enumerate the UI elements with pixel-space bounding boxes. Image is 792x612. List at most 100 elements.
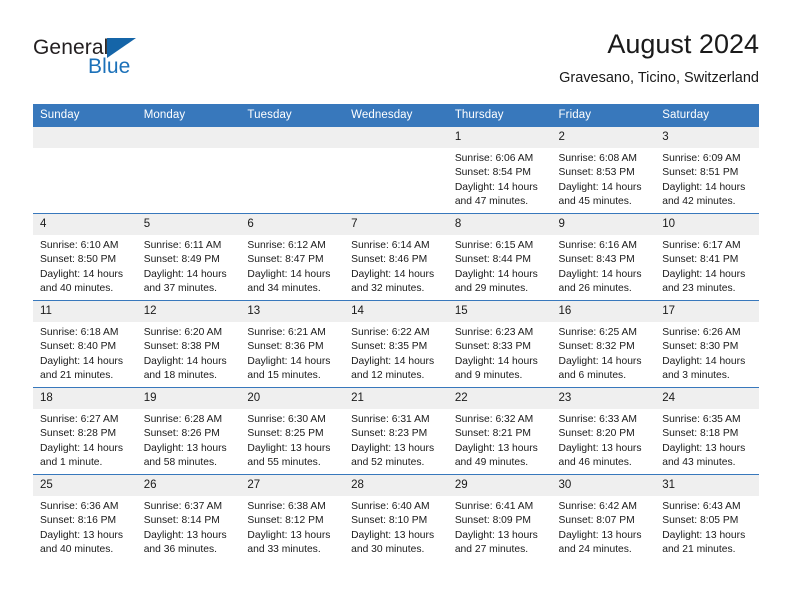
calendar-day-cell[interactable]: 2 Sunrise: 6:08 AM Sunset: 8:53 PM Daylight… bbox=[551, 126, 656, 214]
day-number bbox=[240, 127, 345, 148]
daylight-text-line1: Daylight: 14 hours bbox=[40, 268, 123, 280]
day-number: 27 bbox=[240, 475, 345, 496]
calendar-day-cell[interactable]: 19 Sunrise: 6:28 AM Sunset: 8:26 PM Dayligh… bbox=[136, 387, 241, 475]
daylight-text-line2: and 12 minutes. bbox=[351, 370, 425, 382]
day-number: 1 bbox=[447, 127, 552, 148]
calendar-day-cell[interactable]: 14 Sunrise: 6:22 AM Sunset: 8:35 PM Dayligh… bbox=[344, 300, 448, 388]
calendar-week-row: 18 Sunrise: 6:27 AM Sunset: 8:28 PM Dayligh… bbox=[33, 387, 759, 475]
calendar-day-cell[interactable]: 6 Sunrise: 6:12 AM Sunset: 8:47 PM Daylight… bbox=[240, 213, 345, 301]
calendar-day-cell[interactable]: 11 Sunrise: 6:18 AM Sunset: 8:40 PM Dayligh… bbox=[33, 300, 137, 388]
day-number: 8 bbox=[447, 214, 552, 235]
calendar-day-cell[interactable]: 20 Sunrise: 6:30 AM Sunset: 8:25 PM Dayligh… bbox=[240, 387, 345, 475]
daylight-text-line1: Daylight: 14 hours bbox=[454, 268, 538, 280]
calendar-day-cell[interactable]: 28 Sunrise: 6:40 AM Sunset: 8:10 PM Dayligh… bbox=[344, 474, 448, 561]
daylight-text-line2: and 27 minutes. bbox=[454, 544, 529, 556]
day-number: 23 bbox=[551, 388, 656, 409]
sunset-text: Sunset: 8:36 PM bbox=[247, 341, 324, 353]
sunrise-text: Sunrise: 6:12 AM bbox=[247, 240, 326, 251]
sunset-text: Sunset: 8:47 PM bbox=[247, 254, 324, 266]
calendar-day-cell[interactable]: 4 Sunrise: 6:10 AM Sunset: 8:50 PM Daylight… bbox=[33, 213, 137, 301]
day-number: 22 bbox=[447, 388, 552, 409]
calendar-day-cell[interactable]: 31 Sunrise: 6:43 AM Sunset: 8:05 PM Dayligh… bbox=[655, 474, 759, 561]
day-details: Sunrise: 6:06 AM Sunset: 8:54 PM Daylight:… bbox=[448, 148, 552, 210]
daylight-text-line2: and 18 minutes. bbox=[143, 370, 217, 382]
calendar-day-cell[interactable]: 29 Sunrise: 6:41 AM Sunset: 8:09 PM Dayligh… bbox=[447, 474, 552, 561]
day-details: Sunrise: 6:09 AM Sunset: 8:51 PM Daylight:… bbox=[655, 148, 759, 210]
calendar-day-cell[interactable]: 3 Sunrise: 6:09 AM Sunset: 8:51 PM Daylight… bbox=[655, 126, 759, 214]
sunrise-text: Sunrise: 6:18 AM bbox=[40, 327, 119, 338]
daylight-text-line2: and 37 minutes. bbox=[143, 283, 217, 295]
calendar-day-cell[interactable]: 16 Sunrise: 6:25 AM Sunset: 8:32 PM Dayligh… bbox=[551, 300, 656, 388]
daylight-text-line2: and 36 minutes. bbox=[143, 544, 217, 556]
calendar-day-cell[interactable]: 5 Sunrise: 6:11 AM Sunset: 8:49 PM Daylight… bbox=[136, 213, 241, 301]
day-number: 17 bbox=[655, 301, 759, 322]
day-number bbox=[344, 127, 448, 148]
calendar-day-cell[interactable]: 30 Sunrise: 6:42 AM Sunset: 8:07 PM Dayligh… bbox=[551, 474, 656, 561]
day-details: Sunrise: 6:21 AM Sunset: 8:36 PM Daylight:… bbox=[240, 322, 344, 384]
daylight-text-line2: and 43 minutes. bbox=[662, 457, 736, 469]
calendar-day-cell[interactable]: 27 Sunrise: 6:38 AM Sunset: 8:12 PM Dayligh… bbox=[240, 474, 345, 561]
day-number: 20 bbox=[240, 388, 345, 409]
sunset-text: Sunset: 8:38 PM bbox=[143, 341, 220, 353]
daylight-text-line1: Daylight: 14 hours bbox=[558, 181, 642, 193]
daylight-text-line1: Daylight: 13 hours bbox=[247, 442, 331, 454]
day-details: Sunrise: 6:16 AM Sunset: 8:43 PM Daylight:… bbox=[552, 235, 656, 297]
calendar-day-cell[interactable]: 15 Sunrise: 6:23 AM Sunset: 8:33 PM Dayligh… bbox=[447, 300, 552, 388]
daylight-text-line1: Daylight: 13 hours bbox=[662, 529, 746, 541]
day-number: 13 bbox=[240, 301, 345, 322]
sunset-text: Sunset: 8:14 PM bbox=[143, 515, 220, 527]
daylight-text-line1: Daylight: 13 hours bbox=[351, 529, 435, 541]
sunrise-text: Sunrise: 6:08 AM bbox=[558, 153, 637, 164]
sunrise-text: Sunrise: 6:14 AM bbox=[351, 240, 430, 251]
day-details: Sunrise: 6:11 AM Sunset: 8:49 PM Daylight:… bbox=[137, 235, 241, 297]
calendar-day-cell[interactable]: 23 Sunrise: 6:33 AM Sunset: 8:20 PM Dayligh… bbox=[551, 387, 656, 475]
sunset-text: Sunset: 8:33 PM bbox=[454, 341, 531, 353]
day-number: 11 bbox=[33, 301, 137, 322]
daylight-text-line2: and 32 minutes. bbox=[351, 283, 425, 295]
calendar-day-cell[interactable]: 7 Sunrise: 6:14 AM Sunset: 8:46 PM Daylight… bbox=[344, 213, 448, 301]
page-header: General Blue August 2024 Gravesano, Tici… bbox=[33, 28, 759, 98]
calendar-day-cell[interactable]: 10 Sunrise: 6:17 AM Sunset: 8:41 PM Dayligh… bbox=[655, 213, 759, 301]
day-number: 30 bbox=[551, 475, 656, 496]
general-blue-logo[interactable]: General Blue bbox=[33, 36, 273, 92]
day-details: Sunrise: 6:40 AM Sunset: 8:10 PM Daylight:… bbox=[344, 496, 448, 558]
daylight-text-line2: and 40 minutes. bbox=[40, 283, 114, 295]
daylight-text-line1: Daylight: 14 hours bbox=[351, 355, 435, 367]
day-number: 9 bbox=[551, 214, 656, 235]
calendar-day-cell[interactable]: 13 Sunrise: 6:21 AM Sunset: 8:36 PM Dayligh… bbox=[240, 300, 345, 388]
column-header-sunday: Sunday bbox=[33, 104, 137, 127]
calendar-day-cell[interactable]: 1 Sunrise: 6:06 AM Sunset: 8:54 PM Daylight… bbox=[447, 126, 552, 214]
calendar-day-cell[interactable]: 12 Sunrise: 6:20 AM Sunset: 8:38 PM Dayligh… bbox=[136, 300, 241, 388]
calendar-day-cell-empty bbox=[33, 126, 137, 214]
calendar-day-cell[interactable]: 8 Sunrise: 6:15 AM Sunset: 8:44 PM Daylight… bbox=[447, 213, 552, 301]
sunrise-text: Sunrise: 6:09 AM bbox=[662, 153, 741, 164]
daylight-text-line1: Daylight: 14 hours bbox=[247, 268, 331, 280]
day-number: 28 bbox=[344, 475, 448, 496]
calendar-day-cell[interactable]: 9 Sunrise: 6:16 AM Sunset: 8:43 PM Daylight… bbox=[551, 213, 656, 301]
calendar-day-cell[interactable]: 17 Sunrise: 6:26 AM Sunset: 8:30 PM Dayligh… bbox=[655, 300, 759, 388]
day-number: 24 bbox=[655, 388, 759, 409]
column-header-tuesday: Tuesday bbox=[240, 104, 345, 127]
daylight-text-line2: and 21 minutes. bbox=[40, 370, 114, 382]
sunset-text: Sunset: 8:05 PM bbox=[662, 515, 739, 527]
sunset-text: Sunset: 8:49 PM bbox=[143, 254, 220, 266]
sunset-text: Sunset: 8:21 PM bbox=[454, 428, 531, 440]
sunrise-text: Sunrise: 6:15 AM bbox=[454, 240, 534, 251]
calendar-day-cell[interactable]: 24 Sunrise: 6:35 AM Sunset: 8:18 PM Dayligh… bbox=[655, 387, 759, 475]
daylight-text-line1: Daylight: 13 hours bbox=[40, 529, 123, 541]
sunset-text: Sunset: 8:25 PM bbox=[247, 428, 324, 440]
day-number: 26 bbox=[136, 475, 241, 496]
sunset-text: Sunset: 8:16 PM bbox=[40, 515, 117, 527]
day-number: 15 bbox=[447, 301, 552, 322]
calendar-day-cell[interactable]: 21 Sunrise: 6:31 AM Sunset: 8:23 PM Dayligh… bbox=[344, 387, 448, 475]
calendar-week-row: 11 Sunrise: 6:18 AM Sunset: 8:40 PM Dayligh… bbox=[33, 300, 759, 388]
day-number: 7 bbox=[344, 214, 448, 235]
sunrise-text: Sunrise: 6:43 AM bbox=[662, 501, 741, 512]
calendar-day-cell[interactable]: 22 Sunrise: 6:32 AM Sunset: 8:21 PM Dayligh… bbox=[447, 387, 552, 475]
sunrise-text: Sunrise: 6:31 AM bbox=[351, 414, 430, 425]
daylight-text-line1: Daylight: 14 hours bbox=[351, 268, 435, 280]
calendar-day-cell[interactable]: 26 Sunrise: 6:37 AM Sunset: 8:14 PM Dayligh… bbox=[136, 474, 241, 561]
day-number: 19 bbox=[136, 388, 241, 409]
calendar-day-cell[interactable]: 18 Sunrise: 6:27 AM Sunset: 8:28 PM Dayligh… bbox=[33, 387, 137, 475]
calendar-day-cell[interactable]: 25 Sunrise: 6:36 AM Sunset: 8:16 PM Dayligh… bbox=[33, 474, 137, 561]
